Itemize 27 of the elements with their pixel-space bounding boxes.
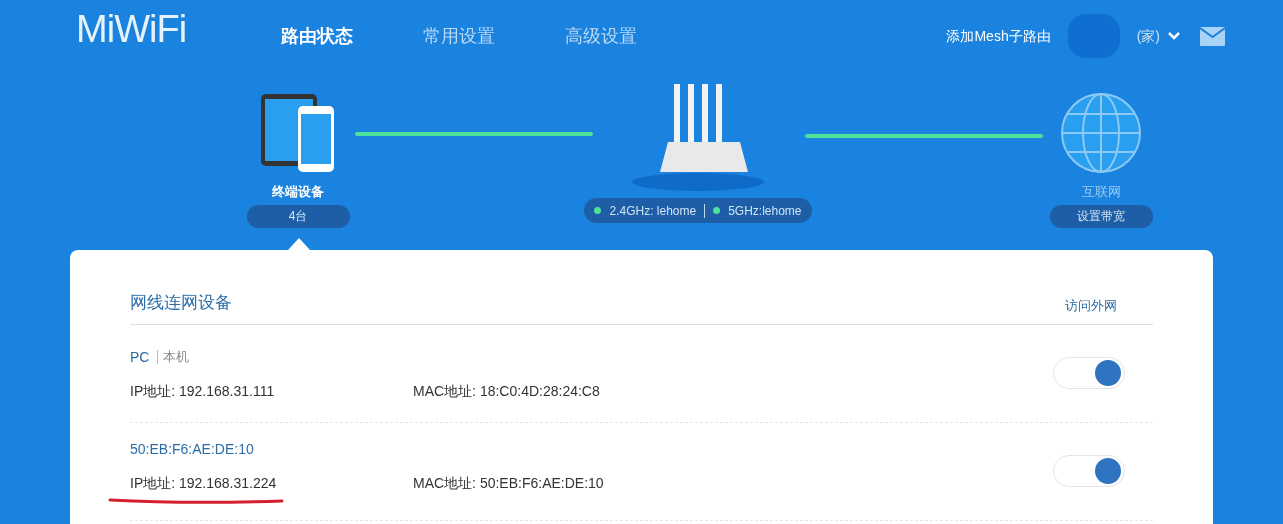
access-toggle[interactable] <box>1053 357 1125 389</box>
wifi-band-label[interactable]: 2.4GHz: lehome <box>609 201 697 220</box>
mesh-link[interactable]: 添加Mesh子路由 <box>946 25 1051 47</box>
device-count-button[interactable]: 4台 <box>246 204 350 228</box>
nav-tab[interactable]: 高级设置 <box>565 22 637 50</box>
device-name: PC <box>130 347 150 367</box>
bandwidth-button[interactable]: 设置带宽 <box>1049 204 1153 228</box>
devices-label: 终端设备 <box>272 183 324 201</box>
ip-address: IP地址: 192.168.31.111 <box>130 381 275 401</box>
internet-label: 互联网 <box>1081 183 1121 201</box>
device-name: 50:EB:F6:AE:DE:10 <box>130 440 254 459</box>
mail-icon[interactable] <box>1200 26 1225 46</box>
logo: MiWiFi <box>76 10 188 48</box>
nav-tab[interactable]: 常用设置 <box>423 22 495 50</box>
wifi-band-label[interactable]: 5GHz:lehome <box>728 201 802 220</box>
mac-address: MAC地址: 18:C0:4D:28:24:C8 <box>413 381 600 401</box>
mac-address: MAC地址: 50:EB:F6:AE:DE:10 <box>413 474 604 493</box>
column-header: 访问外网 <box>1065 297 1117 315</box>
nav-tab[interactable]: 路由状态 <box>281 22 353 50</box>
globe-icon <box>1060 92 1142 174</box>
router-name[interactable]: (家) <box>1136 25 1160 47</box>
tablet-phone-icon <box>260 92 336 174</box>
section-title: 网线连网设备 <box>130 292 232 314</box>
chevron-down-icon[interactable] <box>1168 32 1180 40</box>
access-toggle[interactable] <box>1053 455 1125 487</box>
ip-address: IP地址: 192.168.31.224 <box>130 474 277 493</box>
device-tag: 本机 <box>157 350 190 364</box>
